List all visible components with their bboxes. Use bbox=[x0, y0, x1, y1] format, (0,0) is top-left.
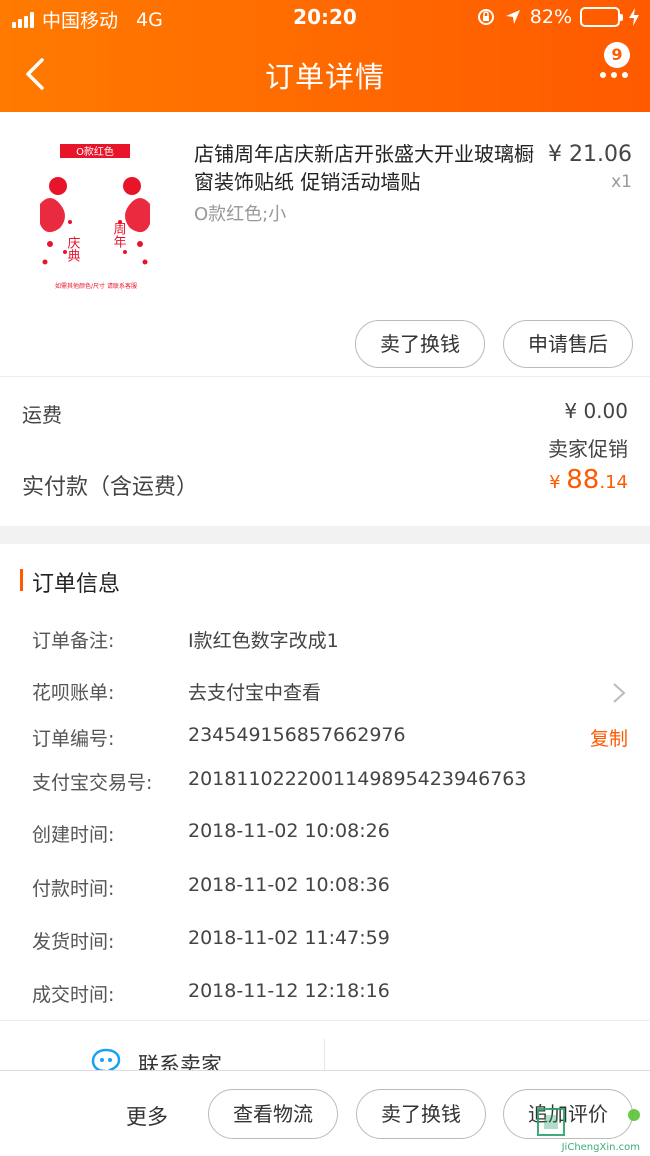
order-info-title: 订单信息 bbox=[20, 566, 120, 598]
shipping-value: ¥ 0.00 bbox=[564, 399, 628, 423]
total-decimal: .14 bbox=[599, 472, 628, 493]
shipped-time-row: 发货时间: 2018-11-02 11:47:59 bbox=[0, 927, 650, 957]
order-info-section: 订单信息 订单备注: I款红色数字改成1 花呗账单: 去支付宝中查看 订单编号:… bbox=[0, 544, 650, 1020]
product-card: O款红色 庆典 周年 如需其他颜色/尺寸 请联系客服 店铺周年店庆新店开张盛大开… bbox=[0, 112, 650, 526]
row-key: 订单备注: bbox=[32, 630, 115, 652]
row-value: 2018-11-02 11:47:59 bbox=[188, 927, 390, 949]
view-logistics-button[interactable]: 查看物流 bbox=[208, 1089, 338, 1139]
image-footer: 如需其他颜色/尺寸 请联系客服 bbox=[55, 282, 137, 290]
page-title: 订单详情 bbox=[264, 60, 385, 94]
divider bbox=[324, 1039, 325, 1074]
header: 中国移动 4G 20:20 82% 订单详情 9 bbox=[0, 0, 650, 112]
row-key: 成交时间: bbox=[32, 984, 115, 1006]
product-quantity: x1 bbox=[611, 172, 632, 192]
watermark-logo: JiChengXin.com bbox=[530, 1105, 646, 1155]
created-time-row: 创建时间: 2018-11-02 10:08:26 bbox=[0, 820, 650, 850]
sell-button[interactable]: 卖了换钱 bbox=[355, 320, 485, 368]
row-value: 2018-11-02 10:08:36 bbox=[188, 874, 390, 896]
image-text-right: 周年 bbox=[111, 222, 127, 248]
paid-time-row: 付款时间: 2018-11-02 10:08:36 bbox=[0, 874, 650, 904]
watermark-icon bbox=[537, 1108, 640, 1136]
seller-promo-label: 卖家促销 bbox=[548, 437, 628, 461]
row-key: 支付宝交易号: bbox=[32, 772, 153, 794]
row-value: 234549156857662976 bbox=[188, 724, 406, 746]
battery-percent: 82% bbox=[529, 6, 572, 28]
total-label: 实付款（含运费） bbox=[22, 475, 199, 500]
product-image-art: O款红色 庆典 周年 如需其他颜色/尺寸 请联系客服 bbox=[40, 144, 150, 290]
order-note-row: 订单备注: I款红色数字改成1 bbox=[0, 626, 650, 656]
row-key: 创建时间: bbox=[32, 824, 115, 846]
more-button[interactable]: 更多 bbox=[126, 1101, 168, 1131]
row-value: I款红色数字改成1 bbox=[188, 630, 339, 652]
order-number-row: 订单编号: 234549156857662976 复制 bbox=[0, 724, 650, 754]
row-key: 订单编号: bbox=[32, 728, 115, 750]
product-price: ¥ 21.06 bbox=[548, 142, 632, 167]
charging-icon bbox=[629, 8, 639, 26]
more-menu-button[interactable]: 9 bbox=[590, 42, 636, 102]
product-actions: 卖了换钱 申请售后 bbox=[0, 312, 650, 376]
total-value: ¥ 88.14 bbox=[549, 465, 628, 495]
nav-bar: 订单详情 9 bbox=[0, 36, 650, 112]
sell-again-button[interactable]: 卖了换钱 bbox=[356, 1089, 486, 1139]
location-icon bbox=[505, 10, 520, 24]
alipay-trade-row: 支付宝交易号: 2018110222001149895423946763 bbox=[0, 768, 650, 798]
product-title[interactable]: 店铺周年店庆新店开张盛大开业玻璃橱窗装饰贴纸 促销活动墙贴 bbox=[194, 140, 544, 196]
row-value: 2018-11-12 12:18:16 bbox=[188, 980, 390, 1002]
product-item[interactable]: O款红色 庆典 周年 如需其他颜色/尺寸 请联系客服 店铺周年店庆新店开张盛大开… bbox=[0, 112, 650, 312]
fee-summary: 运费 ¥ 0.00 卖家促销 实付款（含运费） ¥ 88.14 bbox=[0, 376, 650, 526]
product-sku: O款红色;小 bbox=[194, 204, 287, 225]
deal-time-row: 成交时间: 2018-11-12 12:18:16 bbox=[0, 980, 650, 1010]
watermark-text: JiChengXin.com bbox=[561, 1142, 640, 1153]
total-integer: 88 bbox=[566, 465, 600, 495]
image-text-left: 庆典 bbox=[65, 236, 81, 262]
row-key: 花呗账单: bbox=[32, 682, 115, 704]
bottom-action-bar: 更多 查看物流 卖了换钱 追加评价 JiChengXin.com bbox=[0, 1070, 650, 1156]
after-sale-button[interactable]: 申请售后 bbox=[503, 320, 633, 368]
row-key: 发货时间: bbox=[32, 931, 115, 953]
row-key: 付款时间: bbox=[32, 878, 115, 900]
row-value: 2018110222001149895423946763 bbox=[188, 768, 527, 790]
chevron-right-icon bbox=[613, 683, 626, 703]
message-badge: 9 bbox=[604, 42, 630, 68]
total-currency: ¥ bbox=[549, 472, 567, 493]
status-bar: 中国移动 4G 20:20 82% bbox=[0, 0, 650, 36]
orientation-lock-icon bbox=[477, 9, 494, 25]
shipping-label: 运费 bbox=[22, 403, 62, 427]
contact-bar: 联系卖家 bbox=[0, 1020, 650, 1074]
battery-icon bbox=[580, 7, 623, 27]
row-value: 2018-11-02 10:08:26 bbox=[188, 820, 390, 842]
copy-button[interactable]: 复制 bbox=[590, 724, 628, 751]
image-label: O款红色 bbox=[76, 145, 114, 158]
more-icon bbox=[600, 72, 628, 78]
product-image[interactable]: O款红色 庆典 周年 如需其他颜色/尺寸 请联系客服 bbox=[20, 134, 172, 294]
huabei-bill-row[interactable]: 花呗账单: 去支付宝中查看 bbox=[0, 678, 650, 708]
row-value[interactable]: 去支付宝中查看 bbox=[188, 678, 321, 705]
